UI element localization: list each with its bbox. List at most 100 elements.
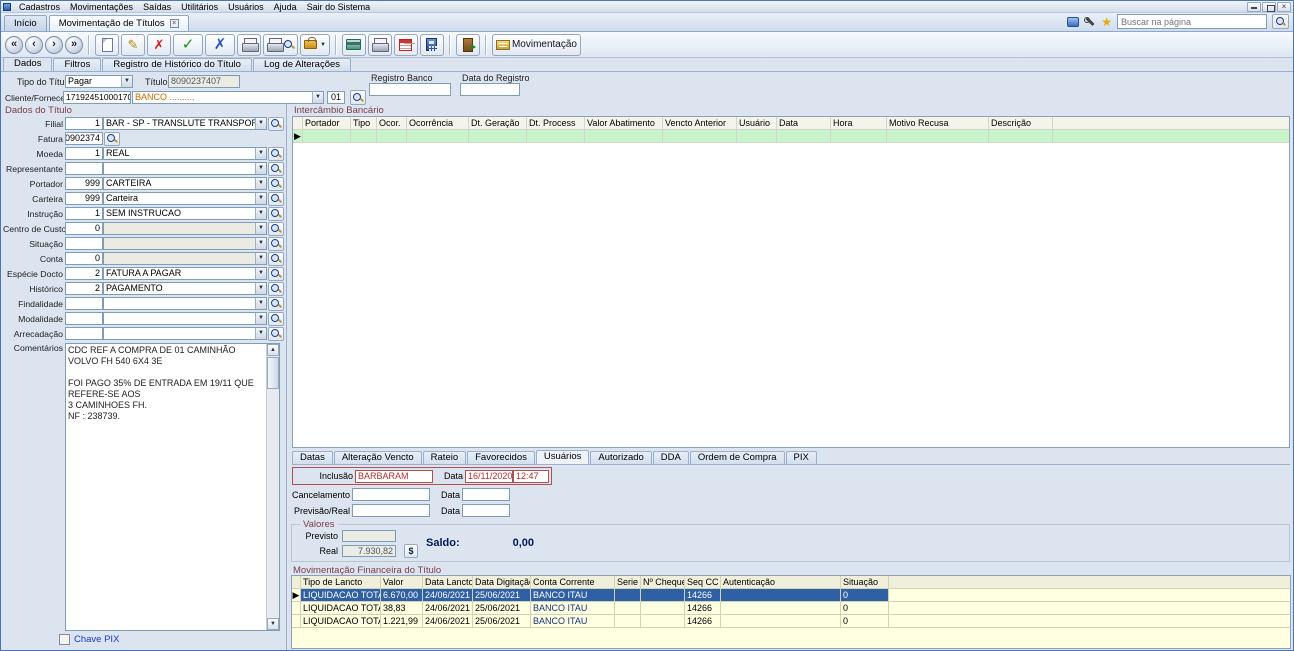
tab-inicio[interactable]: Início (4, 15, 47, 31)
chave-pix-checkbox[interactable] (59, 634, 70, 645)
cancel-button[interactable]: ✗ (205, 34, 235, 56)
field-code-input[interactable]: 999 (65, 192, 103, 205)
main-tab[interactable]: Filtros (53, 58, 101, 71)
dropdown-arrow-icon[interactable]: ▼ (255, 238, 266, 249)
page-search-input[interactable] (1117, 14, 1267, 29)
search-button[interactable] (268, 207, 284, 221)
page-search-button[interactable] (1272, 14, 1289, 29)
field-code-input[interactable]: 2 (65, 282, 103, 295)
field-code-input[interactable]: 1 (65, 147, 103, 160)
cancelamento-user-field[interactable] (352, 488, 430, 501)
previsto-field[interactable] (342, 530, 396, 542)
field-code-input[interactable]: 1 (65, 117, 103, 130)
confirm-button[interactable]: ✓ (173, 34, 203, 56)
menu-item[interactable]: Cadastros (14, 2, 65, 12)
field-code-input[interactable]: 999 (65, 177, 103, 190)
grid-row[interactable]: ▶ (293, 130, 1289, 143)
dropdown-arrow-icon[interactable]: ▼ (255, 148, 266, 159)
menu-item[interactable]: Ajuda (269, 2, 302, 12)
grid-row[interactable]: LIQUIDACAO TOTAL38,8324/06/202125/06/202… (292, 602, 1290, 615)
dropdown-arrow-icon[interactable]: ▼ (255, 208, 266, 219)
dropdown-arrow-icon[interactable]: ▼ (255, 298, 266, 309)
field-code-input[interactable] (65, 327, 103, 340)
field-value-dropdown[interactable]: FATURA A PAGAR▼ (103, 267, 267, 280)
search-button[interactable] (268, 177, 284, 191)
tools-button[interactable]: ▼ (300, 34, 330, 56)
tab-close-icon[interactable]: × (170, 19, 179, 28)
comentarios-scrollbar[interactable]: ▲▼ (266, 344, 279, 630)
scroll-down-icon[interactable]: ▼ (267, 618, 279, 630)
nav-next-button[interactable]: › (45, 36, 63, 54)
dropdown-arrow-icon[interactable]: ▼ (121, 76, 132, 87)
main-tab[interactable]: Dados (3, 57, 52, 71)
tipo-titulo-dropdown[interactable]: Pagar ▼ (65, 75, 133, 88)
print-preview-button[interactable] (263, 34, 298, 56)
field-code-input[interactable]: 1 (65, 207, 103, 220)
cliente-dropdown[interactable]: BANCO .......... ▼ (132, 91, 324, 104)
menu-item[interactable]: Saídas (138, 2, 176, 12)
calculator-button[interactable] (420, 34, 444, 56)
search-button[interactable] (268, 267, 284, 281)
comentarios-textarea[interactable]: CDC REF A COMPRA DE 01 CAMINHÃO VOLVO FH… (65, 343, 280, 631)
dropdown-arrow-icon[interactable]: ▼ (255, 178, 266, 189)
field-code-input[interactable] (65, 237, 103, 250)
menu-item[interactable]: Usuários (223, 2, 269, 12)
field-code-input[interactable] (65, 162, 103, 175)
nav-last-button[interactable]: » (65, 36, 83, 54)
search-button[interactable] (268, 222, 284, 236)
detail-tab[interactable]: DDA (653, 451, 689, 464)
close-button[interactable]: × (1277, 2, 1291, 12)
search-button[interactable] (268, 237, 284, 251)
main-tab[interactable]: Log de Alterações (253, 58, 351, 71)
search-button[interactable] (268, 147, 284, 161)
schedule-grid-button[interactable] (394, 34, 418, 56)
field-code-input[interactable]: 0 (65, 222, 103, 235)
titulo-field[interactable]: 8090237407 (168, 75, 240, 88)
field-code-input[interactable]: 80902374 (65, 132, 103, 145)
dropdown-arrow-icon[interactable]: ▼ (255, 163, 266, 174)
detail-tab[interactable]: Rateio (423, 451, 466, 464)
search-button[interactable] (268, 297, 284, 311)
dropdown-arrow-icon[interactable]: ▼ (255, 328, 266, 339)
screen-icon[interactable] (1067, 17, 1079, 27)
delete-button[interactable]: ✗ (147, 34, 171, 56)
previsao-real-user-field[interactable] (352, 504, 430, 517)
cliente-suffix-field[interactable]: 01 (327, 91, 345, 104)
field-value-dropdown[interactable]: ▼ (103, 312, 267, 325)
field-value-dropdown[interactable]: REAL▼ (103, 147, 267, 160)
search-button[interactable] (268, 327, 284, 341)
search-button[interactable] (268, 282, 284, 296)
favorites-star-icon[interactable]: ★ (1101, 16, 1112, 28)
maximize-button[interactable] (1262, 2, 1276, 12)
detail-tab[interactable]: Favorecidos (467, 451, 535, 464)
field-code-input[interactable]: 2 (65, 267, 103, 280)
nav-first-button[interactable]: « (5, 36, 23, 54)
new-record-button[interactable] (95, 34, 119, 56)
search-button[interactable] (268, 162, 284, 176)
minimize-button[interactable] (1247, 2, 1261, 12)
search-button[interactable] (268, 192, 284, 206)
dropdown-arrow-icon[interactable]: ▼ (255, 268, 266, 279)
field-value-dropdown[interactable]: PAGAMENTO▼ (103, 282, 267, 295)
field-code-input[interactable] (65, 312, 103, 325)
money-button[interactable]: $ (404, 544, 418, 558)
dropdown-arrow-icon[interactable]: ▼ (255, 283, 266, 294)
dropdown-arrow-icon[interactable]: ▼ (255, 313, 266, 324)
payment-card-button[interactable] (342, 34, 366, 56)
detail-tab[interactable]: Alteração Vencto (334, 451, 422, 464)
inclusao-user-field[interactable]: BARBARAM (355, 470, 433, 483)
field-value-dropdown[interactable]: BAR - SP - TRANSLUTE TRANSPORTES RODOV▼ (103, 117, 267, 130)
data-registro-field[interactable] (460, 83, 520, 96)
scroll-thumb[interactable] (267, 357, 279, 389)
grid-row[interactable]: ▶LIQUIDACAO TOTAL6.670,0024/06/202125/06… (292, 589, 1290, 602)
menu-item[interactable]: Utilitários (176, 2, 223, 12)
print-button[interactable] (237, 34, 261, 56)
grid-row[interactable]: LIQUIDACAO TOTAL1.221,9924/06/202125/06/… (292, 615, 1290, 628)
detail-tab[interactable]: Autorizado (590, 451, 651, 464)
field-value-dropdown[interactable]: ▼ (103, 252, 267, 265)
dropdown-arrow-icon[interactable]: ▼ (255, 253, 266, 264)
dropdown-arrow-icon[interactable]: ▼ (255, 118, 266, 129)
search-button[interactable] (268, 117, 284, 131)
menu-item[interactable]: Movimentações (65, 2, 138, 12)
dropdown-arrow-icon[interactable]: ▼ (255, 223, 266, 234)
